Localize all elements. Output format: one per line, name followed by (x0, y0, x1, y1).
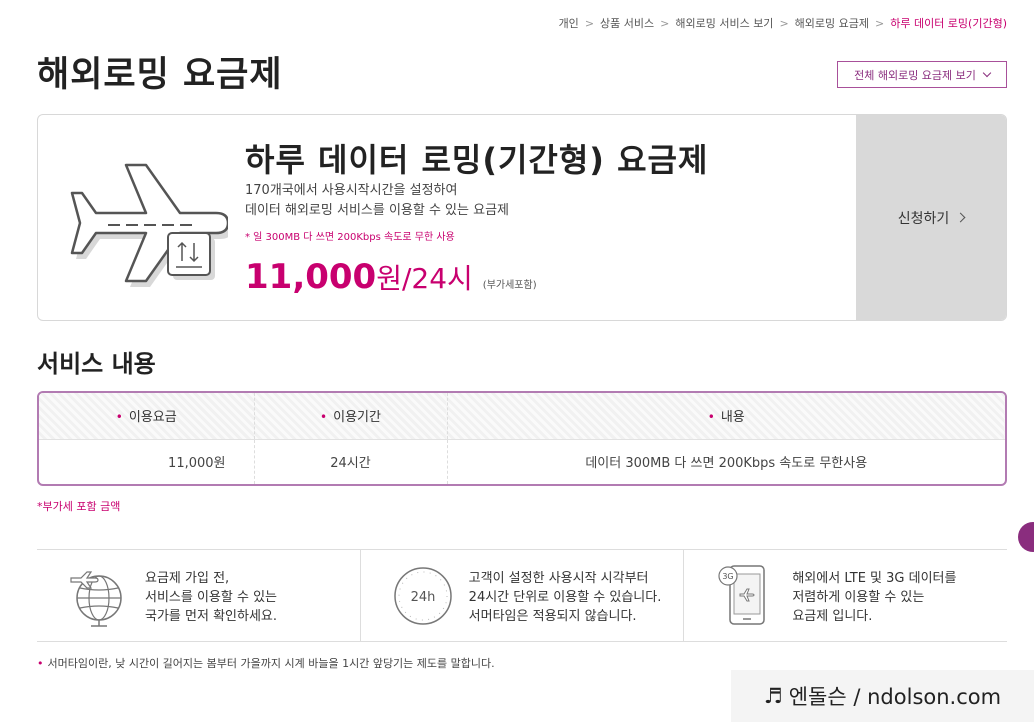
chevron-right-icon (955, 212, 966, 223)
info-item-usage-time: 24h 고객이 설정한 사용시작 시각부터 24시간 단위로 이용할 수 있습니… (361, 550, 685, 641)
info-item-lte-3g: 3G 해외에서 LTE 및 3G 데이터를 저렴하게 이용할 수 있는 요금제 … (684, 550, 1007, 641)
price-vat-label: (부가세포함) (482, 280, 537, 291)
bullet-icon: • (707, 410, 715, 425)
product-card: 하루 데이터 로밍(기간형) 요금제 170개국에서 사용시작시간을 설정하여 … (37, 114, 1007, 321)
product-desc-line: 170개국에서 사용시작시간을 설정하여 (245, 183, 458, 198)
info-line: 요금제 입니다. (792, 609, 873, 624)
price: 11,000 원 /24시 (부가세포함) (245, 257, 537, 297)
badge-3g-label: 3G (723, 572, 734, 581)
chevron-right-icon: > (875, 16, 885, 30)
info-strip: 요금제 가입 전, 서비스를 이용할 수 있는 국가를 먼저 확인하세요. 24… (37, 549, 1007, 642)
product-note: * 일 300MB 다 쓰면 200Kbps 속도로 무한 사용 (245, 232, 455, 243)
music-note-icon: ♬ (763, 684, 783, 708)
price-period: /24시 (401, 262, 473, 295)
vat-note: *부가세 포함 금액 (37, 500, 121, 513)
chevron-down-icon (982, 68, 992, 78)
info-line: 24시간 단위로 이용할 수 있습니다. (468, 590, 662, 605)
info-line: 저렴하게 이용할 수 있는 (792, 590, 925, 605)
price-unit: 원 (376, 262, 402, 295)
info-text: 해외에서 LTE 및 3G 데이터를 저렴하게 이용할 수 있는 요금제 입니다… (792, 569, 956, 626)
column-header-label: 이용기간 (333, 410, 381, 426)
price-amount: 11,000 (245, 257, 377, 297)
floating-side-button[interactable] (1018, 522, 1034, 552)
column-header-fee: • 이용요금 (39, 393, 255, 440)
info-line: 해외에서 LTE 및 3G 데이터를 (792, 571, 957, 586)
info-line: 서머타임은 적용되지 않습니다. (468, 609, 637, 624)
footnote: • 서머타임이란, 낮 시간이 길어지는 봄부터 가을까지 시계 바늘을 1시간 … (37, 655, 495, 671)
cell-fee: 11,000원 (39, 439, 255, 484)
clock-24h-icon: 24h (393, 567, 452, 625)
column-header-label: 내용 (720, 410, 745, 426)
product-description: 170개국에서 사용시작시간을 설정하여 데이터 해외로밍 서비스를 이용할 수… (245, 181, 509, 221)
service-table: • 이용요금 • 이용기간 • 내용 11,000원 24시간 데이터 300MB 다… (37, 391, 1007, 486)
chevron-right-icon: > (660, 16, 670, 30)
clock-label: 24h (410, 590, 435, 605)
product-desc-line: 데이터 해외로밍 서비스를 이용할 수 있는 요금제 (245, 203, 509, 218)
breadcrumb-item-roaming-plans[interactable]: 해외로밍 요금제 (795, 15, 869, 31)
info-line: 고객이 설정한 사용시작 시각부터 (468, 571, 649, 586)
column-header-label: 이용요금 (128, 410, 177, 426)
info-line: 국가를 먼저 확인하세요. (145, 609, 277, 624)
service-section-title: 서비스 내용 (37, 350, 156, 378)
info-text: 고객이 설정한 사용시작 시각부터 24시간 단위로 이용할 수 있습니다. 서… (469, 569, 662, 626)
watermark-text: 엔돌슨 / ndolson.com (788, 685, 1002, 709)
cell-content: 데이터 300MB 다 쓰면 200Kbps 속도로 무한사용 (585, 456, 868, 472)
breadcrumb: 개인 > 상품 서비스 > 해외로밍 서비스 보기 > 해외로밍 요금제 > 하… (559, 15, 1007, 31)
table-header-row: • 이용요금 • 이용기간 • 내용 (39, 393, 1005, 440)
breadcrumb-item-roaming-services[interactable]: 해외로밍 서비스 보기 (675, 15, 773, 31)
all-roaming-plans-label: 전체 해외로밍 요금제 보기 (854, 68, 976, 82)
table-row: 11,000원 24시간 데이터 300MB 다 쓰면 200Kbps 속도로 … (39, 439, 1005, 484)
info-text: 요금제 가입 전, 서비스를 이용할 수 있는 국가를 먼저 확인하세요. (145, 569, 277, 626)
apply-button[interactable]: 신청하기 (856, 115, 1006, 320)
cell-period: 24시간 (254, 439, 448, 484)
breadcrumb-item-personal[interactable]: 개인 (559, 15, 579, 31)
column-header-period: • 이용기간 (254, 393, 448, 440)
globe-plane-icon (70, 571, 122, 627)
bullet-icon: • (115, 410, 123, 425)
chevron-right-icon: > (779, 16, 789, 30)
info-line: 요금제 가입 전, (145, 571, 230, 586)
info-item-countries: 요금제 가입 전, 서비스를 이용할 수 있는 국가를 먼저 확인하세요. (37, 550, 361, 641)
chevron-right-icon: > (584, 16, 595, 30)
column-header-content: • 내용 (447, 393, 1005, 440)
apply-button-label: 신청하기 (897, 210, 950, 227)
watermark: ♬ 엔돌슨 / ndolson.com (731, 670, 1034, 722)
bullet-icon: • (37, 657, 44, 670)
bullet-icon: • (320, 410, 328, 425)
page-title: 해외로밍 요금제 (37, 55, 283, 95)
breadcrumb-current: 하루 데이터 로밍(기간형) (890, 17, 1007, 30)
airplane-icon (70, 163, 228, 287)
all-roaming-plans-button[interactable]: 전체 해외로밍 요금제 보기 (837, 61, 1007, 88)
product-name: 하루 데이터 로밍(기간형) 요금제 (245, 141, 709, 179)
breadcrumb-item-products[interactable]: 상품 서비스 (600, 15, 654, 31)
phone-3g-icon: 3G (718, 565, 766, 625)
footnote-text: 서머타임이란, 낮 시간이 길어지는 봄부터 가을까지 시계 바늘을 1시간 앞… (47, 657, 495, 670)
info-line: 서비스를 이용할 수 있는 (145, 590, 277, 605)
